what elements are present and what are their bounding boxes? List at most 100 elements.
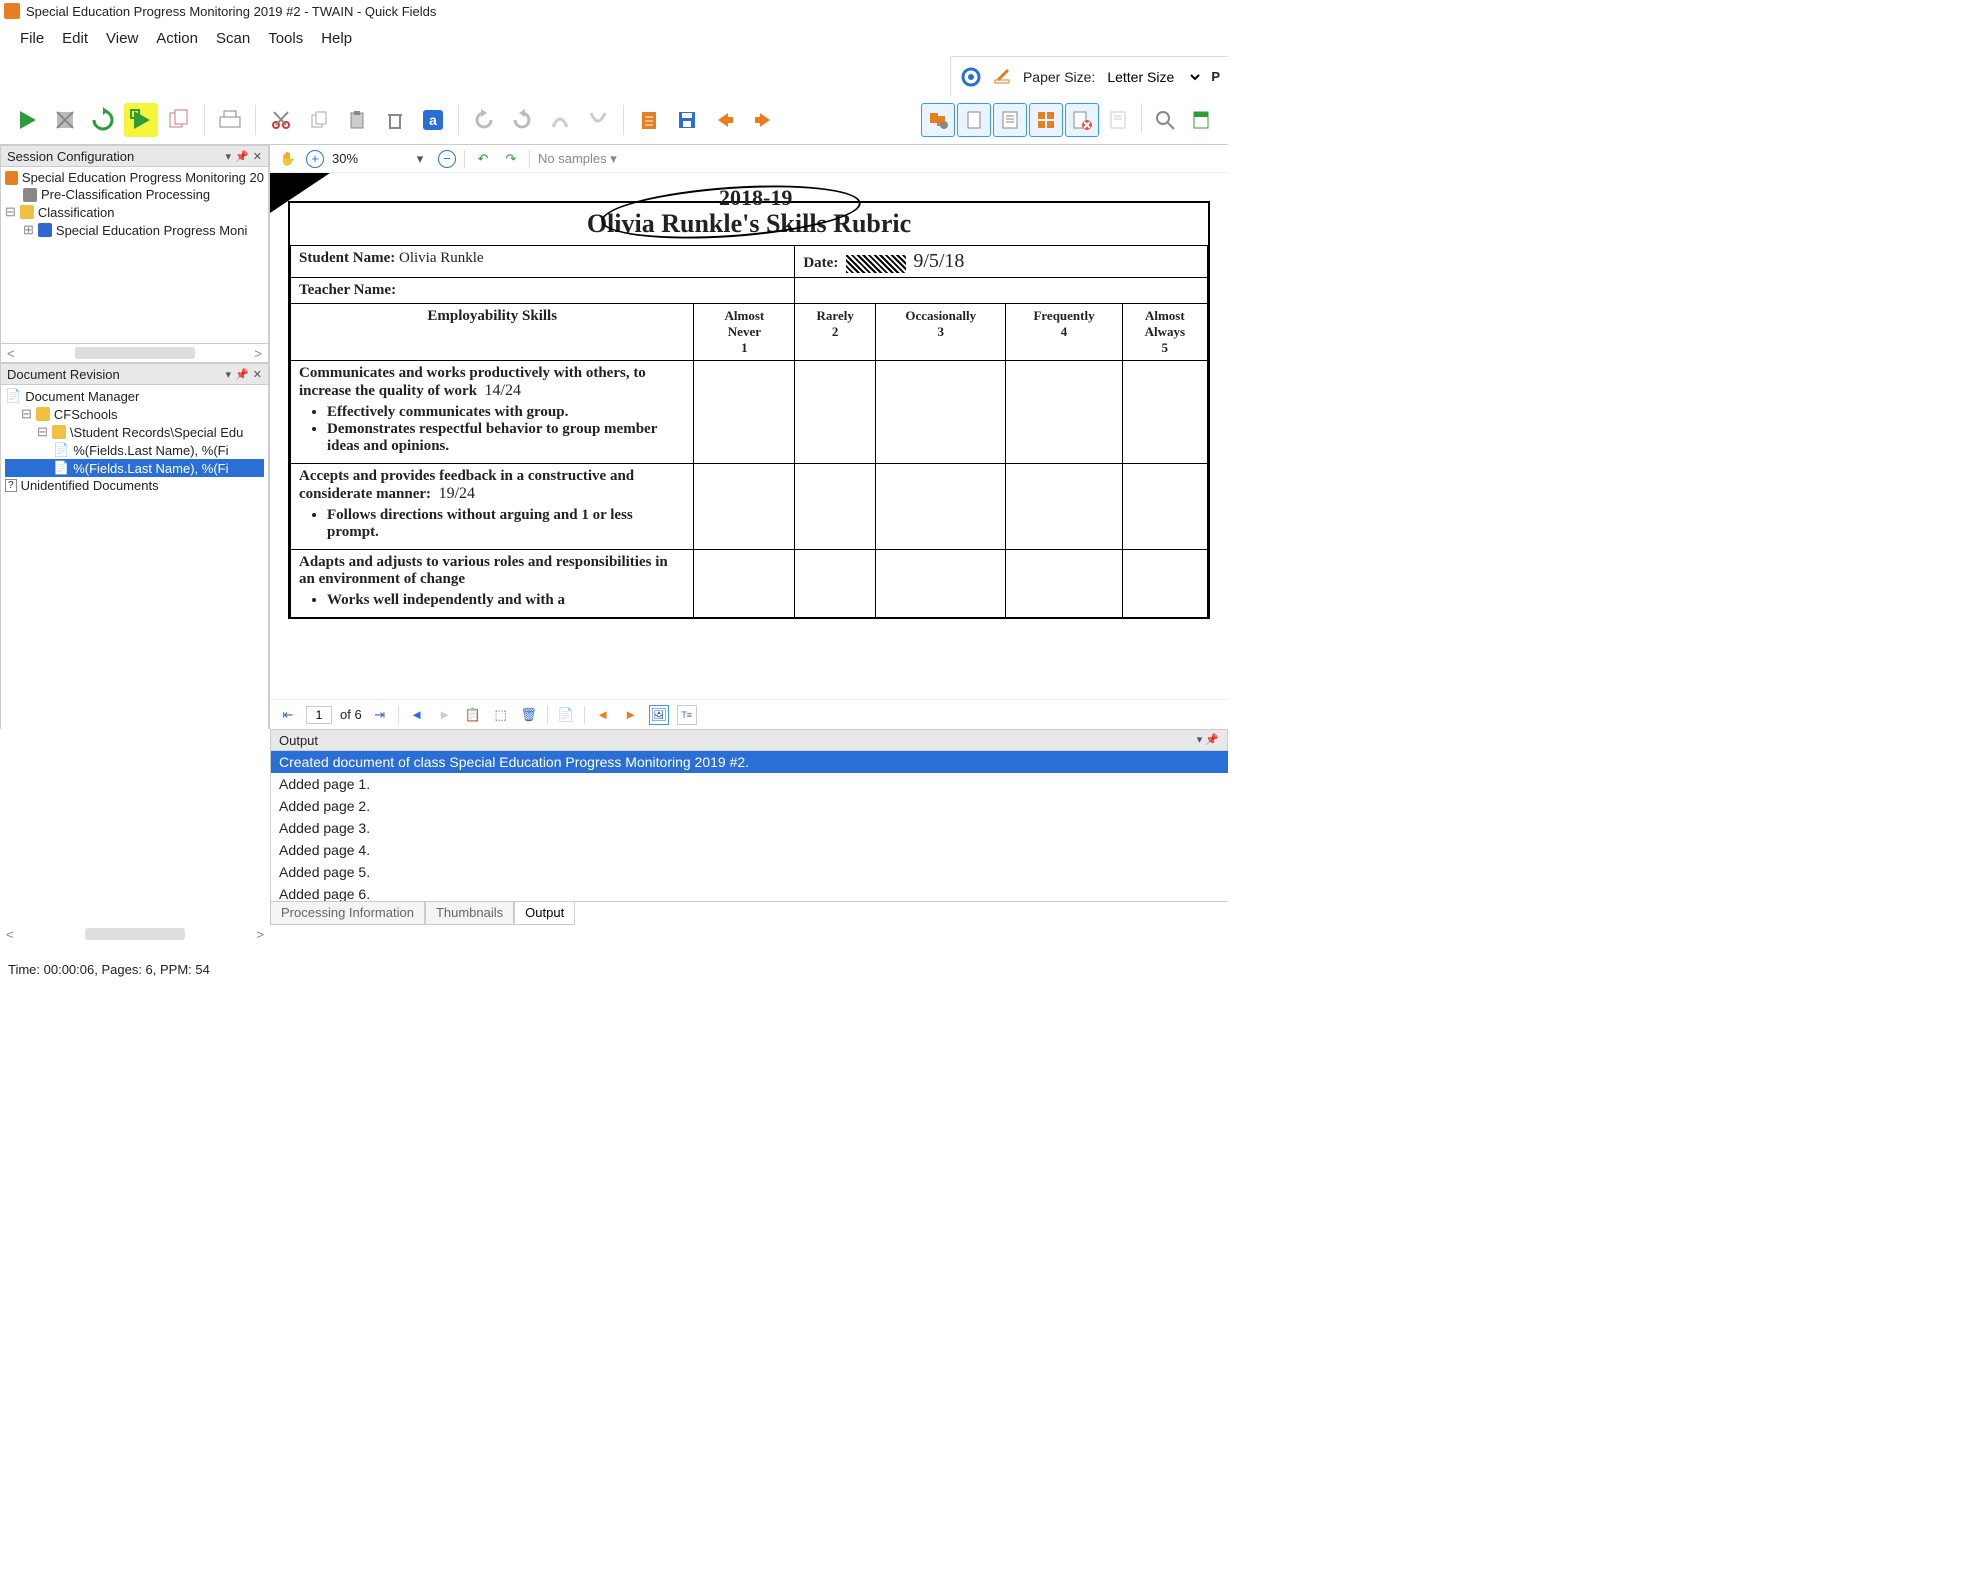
image-mode-icon[interactable]: 🖼 — [649, 705, 669, 725]
output-line[interactable]: Added page 5. — [271, 861, 1228, 883]
left-sidebar: Session Configuration ▾📌✕ Special Educat… — [0, 145, 270, 729]
menu-file[interactable]: File — [20, 30, 44, 47]
trash-icon[interactable] — [378, 103, 412, 137]
menu-help[interactable]: Help — [321, 30, 352, 47]
document-orange-icon[interactable] — [632, 103, 666, 137]
output-tabs: Processing Information Thumbnails Output — [270, 901, 1228, 925]
redo-view-icon[interactable]: ↷ — [501, 149, 521, 169]
save-icon[interactable] — [670, 103, 704, 137]
scan-run-icon[interactable] — [124, 103, 158, 137]
output-line[interactable]: Added page 1. — [271, 773, 1228, 795]
menu-edit[interactable]: Edit — [62, 30, 88, 47]
undo-icon[interactable] — [467, 103, 501, 137]
tab-thumbnails[interactable]: Thumbnails — [425, 902, 514, 925]
scanner-icon[interactable] — [213, 103, 247, 137]
prev-doc-icon[interactable]: ⇤ — [278, 705, 298, 725]
edit-pencil-icon[interactable] — [991, 65, 1015, 89]
view-remove-icon[interactable] — [1065, 103, 1099, 137]
folder-icon — [36, 407, 50, 421]
view-thumbnails-icon[interactable] — [1029, 103, 1063, 137]
copy-icon[interactable] — [302, 103, 336, 137]
output-line[interactable]: Added page 2. — [271, 795, 1228, 817]
zoom-in-icon[interactable]: + — [306, 150, 324, 168]
view-lines-icon[interactable] — [1101, 103, 1135, 137]
output-log[interactable]: Created document of class Special Educat… — [270, 751, 1228, 901]
view-text-icon[interactable] — [993, 103, 1027, 137]
zoom-out-icon[interactable]: − — [438, 150, 456, 168]
view-doc-icon[interactable] — [1184, 103, 1218, 137]
docrev-root[interactable]: Document Manager — [25, 389, 139, 404]
docrev-template-2[interactable]: %(Fields.Last Name), %(Fi — [73, 461, 228, 476]
paper-size-extra: P — [1211, 69, 1220, 84]
menu-scan[interactable]: Scan — [216, 30, 250, 47]
tool-a-icon[interactable] — [543, 103, 577, 137]
tab-output[interactable]: Output — [514, 902, 575, 925]
refresh-icon[interactable] — [86, 103, 120, 137]
annotate-icon[interactable]: a — [416, 103, 450, 137]
zoom-dropdown-icon[interactable]: ▾ — [410, 149, 430, 169]
output-line[interactable]: Added page 4. — [271, 839, 1228, 861]
copy-page-icon[interactable]: 📋 — [463, 705, 483, 725]
page-back-icon[interactable]: ◄ — [407, 705, 427, 725]
tree-root[interactable]: Special Education Progress Monitoring 20 — [22, 170, 264, 185]
page-number-input[interactable] — [306, 706, 332, 724]
output-panel-header[interactable]: Output ▾ 📌 — [270, 729, 1228, 751]
tree-class-child[interactable]: Special Education Progress Moni — [56, 223, 248, 238]
move-left-icon[interactable] — [708, 103, 742, 137]
docrev-cfschools[interactable]: CFSchools — [54, 407, 118, 422]
paste-icon[interactable] — [340, 103, 374, 137]
pin-icon[interactable]: 📌 — [1205, 734, 1219, 746]
output-line[interactable]: Created document of class Special Educat… — [271, 751, 1228, 773]
session-tree-hscroll[interactable]: <> — [0, 343, 269, 363]
class-icon — [38, 223, 52, 237]
pin-icon[interactable]: 📌 — [235, 368, 249, 381]
output-line[interactable]: Added page 6. — [271, 883, 1228, 901]
dropdown-icon[interactable]: ▾ — [1197, 734, 1203, 746]
tree-classification[interactable]: Classification — [38, 205, 115, 220]
pages-icon[interactable]: 📄 — [556, 705, 576, 725]
view-pages-icon[interactable] — [921, 103, 955, 137]
tree-preclass[interactable]: Pre-Classification Processing — [41, 187, 210, 202]
menu-tools[interactable]: Tools — [268, 30, 303, 47]
text-mode-icon[interactable]: T≡ — [677, 705, 697, 725]
session-config-tree[interactable]: Special Education Progress Monitoring 20… — [0, 167, 269, 343]
output-line[interactable]: Added page 3. — [271, 817, 1228, 839]
cut-icon[interactable] — [264, 103, 298, 137]
document-revision-tree[interactable]: 📄Document Manager ⊟CFSchools ⊟\Student R… — [0, 385, 269, 729]
move-page-left-icon[interactable]: ◄ — [593, 705, 613, 725]
copy-pages-icon[interactable] — [162, 103, 196, 137]
view-single-icon[interactable] — [957, 103, 991, 137]
redo-icon[interactable] — [505, 103, 539, 137]
page-fwd-icon[interactable]: ► — [435, 705, 455, 725]
pan-hand-icon[interactable]: ✋ — [278, 149, 298, 169]
docrev-student-records[interactable]: \Student Records\Special Edu — [70, 425, 243, 440]
paper-size-select[interactable]: Letter Size — [1103, 68, 1203, 86]
move-page-right-icon[interactable]: ► — [621, 705, 641, 725]
close-icon[interactable]: ✕ — [253, 150, 262, 163]
tool-b-icon[interactable] — [581, 103, 615, 137]
docrev-unidentified[interactable]: Unidentified Documents — [21, 478, 159, 493]
run-icon[interactable] — [10, 103, 44, 137]
split-icon[interactable]: ⬚ — [491, 705, 511, 725]
stop-icon[interactable] — [48, 103, 82, 137]
document-revision-header[interactable]: Document Revision ▾📌✕ — [0, 363, 269, 385]
next-doc-icon[interactable]: ⇥ — [370, 705, 390, 725]
docrev-hscroll[interactable]: <> — [0, 924, 270, 944]
dropdown-icon[interactable]: ▾ — [226, 150, 232, 163]
date-hand-value: 9/5/18 — [913, 250, 964, 272]
docrev-template-1[interactable]: %(Fields.Last Name), %(Fi — [73, 443, 228, 458]
dropdown-icon[interactable]: ▾ — [226, 368, 232, 381]
zoom-level[interactable]: 30% — [332, 151, 402, 166]
pin-icon[interactable]: 📌 — [235, 150, 249, 163]
samples-dropdown[interactable]: No samples ▾ — [538, 151, 617, 167]
undo-view-icon[interactable]: ↶ — [473, 149, 493, 169]
menu-view[interactable]: View — [106, 30, 138, 47]
settings-gear-icon[interactable] — [959, 65, 983, 89]
session-config-header[interactable]: Session Configuration ▾📌✕ — [0, 145, 269, 167]
tab-processing-info[interactable]: Processing Information — [270, 902, 425, 925]
search-icon[interactable] — [1148, 103, 1182, 137]
close-icon[interactable]: ✕ — [253, 368, 262, 381]
delete-page-icon[interactable]: 🗑 — [519, 705, 539, 725]
menu-action[interactable]: Action — [156, 30, 198, 47]
move-right-icon[interactable] — [746, 103, 780, 137]
